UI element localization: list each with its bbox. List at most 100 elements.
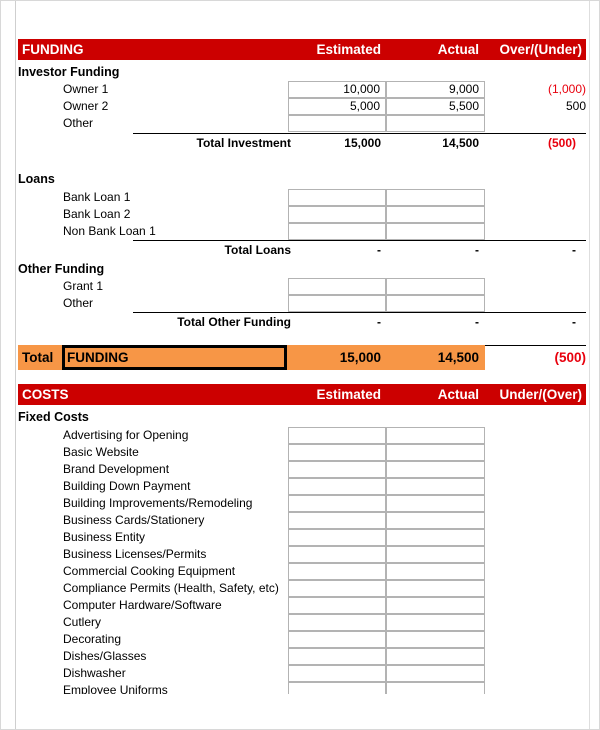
table-row[interactable]: Advertising for Opening xyxy=(1,427,599,444)
estimated-cell[interactable] xyxy=(288,529,386,546)
actual-cell[interactable] xyxy=(386,189,485,206)
estimated-cell[interactable] xyxy=(288,278,386,295)
estimated-cell[interactable] xyxy=(288,189,386,206)
total-other-funding-row: Total Other Funding - - - xyxy=(1,312,599,331)
table-row[interactable]: Business Cards/Stationery xyxy=(1,512,599,529)
actual-value: 5,500 xyxy=(448,99,479,113)
funding-col-variance: Over/(Under) xyxy=(499,42,582,57)
actual-cell[interactable] xyxy=(386,512,485,529)
row-label: Compliance Permits (Health, Safety, etc) xyxy=(63,581,279,595)
table-row[interactable]: Dishwasher xyxy=(1,665,599,682)
total-estimated: - xyxy=(377,243,381,257)
actual-cell[interactable] xyxy=(386,529,485,546)
actual-cell[interactable] xyxy=(386,631,485,648)
estimated-cell[interactable] xyxy=(288,206,386,223)
table-row[interactable]: Other xyxy=(1,115,599,132)
actual-cell[interactable] xyxy=(386,495,485,512)
total-variance: - xyxy=(572,315,576,329)
row-label: Other xyxy=(63,296,94,310)
row-label: Basic Website xyxy=(63,445,139,459)
actual-cell[interactable] xyxy=(386,115,485,132)
table-row[interactable]: Commercial Cooking Equipment xyxy=(1,563,599,580)
estimated-cell[interactable] xyxy=(288,563,386,580)
actual-cell[interactable] xyxy=(386,665,485,682)
actual-cell[interactable] xyxy=(386,546,485,563)
actual-cell[interactable]: 9,000 xyxy=(386,81,485,98)
table-row[interactable]: Computer Hardware/Software xyxy=(1,597,599,614)
row-label: Cutlery xyxy=(63,615,102,629)
actual-cell[interactable] xyxy=(386,597,485,614)
table-row[interactable]: Owner 2 5,000 5,500 500 xyxy=(1,98,599,115)
actual-cell[interactable] xyxy=(386,563,485,580)
table-row[interactable]: Compliance Permits (Health, Safety, etc) xyxy=(1,580,599,597)
table-row[interactable]: Basic Website xyxy=(1,444,599,461)
actual-cell[interactable] xyxy=(386,461,485,478)
estimated-cell[interactable] xyxy=(288,223,386,240)
grand-total-funding-row[interactable]: Total FUNDING 15,000 14,500 (500) xyxy=(18,345,586,370)
table-row[interactable]: Business Entity xyxy=(1,529,599,546)
table-row[interactable]: Other xyxy=(1,295,599,312)
row-label: Owner 2 xyxy=(63,99,109,113)
actual-cell[interactable] xyxy=(386,295,485,312)
actual-cell[interactable] xyxy=(386,278,485,295)
estimated-value: 5,000 xyxy=(349,99,380,113)
table-row[interactable]: Owner 1 10,000 9,000 (1,000) xyxy=(1,81,599,98)
row-label: Bank Loan 1 xyxy=(63,190,131,204)
table-row[interactable]: Business Licenses/Permits xyxy=(1,546,599,563)
row-label: Dishes/Glasses xyxy=(63,649,147,663)
row-label: Grant 1 xyxy=(63,279,104,293)
actual-cell[interactable] xyxy=(386,223,485,240)
actual-cell[interactable] xyxy=(386,427,485,444)
estimated-cell[interactable]: 10,000 xyxy=(288,81,386,98)
group-title-loans: Loans xyxy=(18,172,55,186)
total-estimated: 15,000 xyxy=(344,136,381,150)
estimated-cell[interactable] xyxy=(288,478,386,495)
row-label: Other xyxy=(63,116,94,130)
estimated-cell[interactable] xyxy=(288,115,386,132)
actual-cell[interactable] xyxy=(386,648,485,665)
actual-cell[interactable] xyxy=(386,580,485,597)
row-label: Advertising for Opening xyxy=(63,428,189,442)
total-label: Total Investment xyxy=(196,136,291,150)
estimated-cell[interactable] xyxy=(288,648,386,665)
table-row[interactable]: Non Bank Loan 1 xyxy=(1,223,599,240)
estimated-cell[interactable] xyxy=(288,546,386,563)
estimated-cell[interactable] xyxy=(288,631,386,648)
actual-cell[interactable] xyxy=(386,614,485,631)
table-row[interactable]: Building Improvements/Remodeling xyxy=(1,495,599,512)
actual-cell[interactable]: 5,500 xyxy=(386,98,485,115)
estimated-cell[interactable] xyxy=(288,580,386,597)
funding-section-header: FUNDING Estimated Actual Over/(Under) xyxy=(18,39,586,60)
estimated-cell[interactable] xyxy=(288,461,386,478)
grand-total-label: FUNDING xyxy=(67,350,129,365)
estimated-cell[interactable] xyxy=(288,495,386,512)
estimated-cell[interactable] xyxy=(288,665,386,682)
row-label: Building Improvements/Remodeling xyxy=(63,496,253,510)
estimated-cell[interactable]: 5,000 xyxy=(288,98,386,115)
estimated-cell[interactable] xyxy=(288,427,386,444)
estimated-cell[interactable] xyxy=(288,597,386,614)
table-row[interactable]: Bank Loan 2 xyxy=(1,206,599,223)
table-row[interactable]: Brand Development xyxy=(1,461,599,478)
actual-cell[interactable] xyxy=(386,444,485,461)
estimated-cell[interactable] xyxy=(288,444,386,461)
grand-total-estimated: 15,000 xyxy=(339,350,381,365)
variance-value: (1,000) xyxy=(547,82,586,96)
table-row[interactable]: Cutlery xyxy=(1,614,599,631)
estimated-cell[interactable] xyxy=(288,512,386,529)
group-title-other-funding: Other Funding xyxy=(18,262,105,276)
actual-cell[interactable] xyxy=(386,206,485,223)
selected-cell-funding[interactable]: FUNDING xyxy=(62,345,287,370)
estimated-cell[interactable] xyxy=(288,295,386,312)
row-label: Bank Loan 2 xyxy=(63,207,131,221)
actual-cell[interactable] xyxy=(386,478,485,495)
table-row[interactable]: Decorating xyxy=(1,631,599,648)
estimated-cell[interactable] xyxy=(288,614,386,631)
grand-total-variance: (500) xyxy=(554,350,586,365)
group-title-fixed-costs: Fixed Costs xyxy=(18,410,89,424)
table-row[interactable]: Building Down Payment xyxy=(1,478,599,495)
table-row[interactable]: Bank Loan 1 xyxy=(1,189,599,206)
table-row[interactable]: Dishes/Glasses xyxy=(1,648,599,665)
costs-section-header: COSTS Estimated Actual Under/(Over) xyxy=(18,384,586,405)
table-row[interactable]: Grant 1 xyxy=(1,278,599,295)
